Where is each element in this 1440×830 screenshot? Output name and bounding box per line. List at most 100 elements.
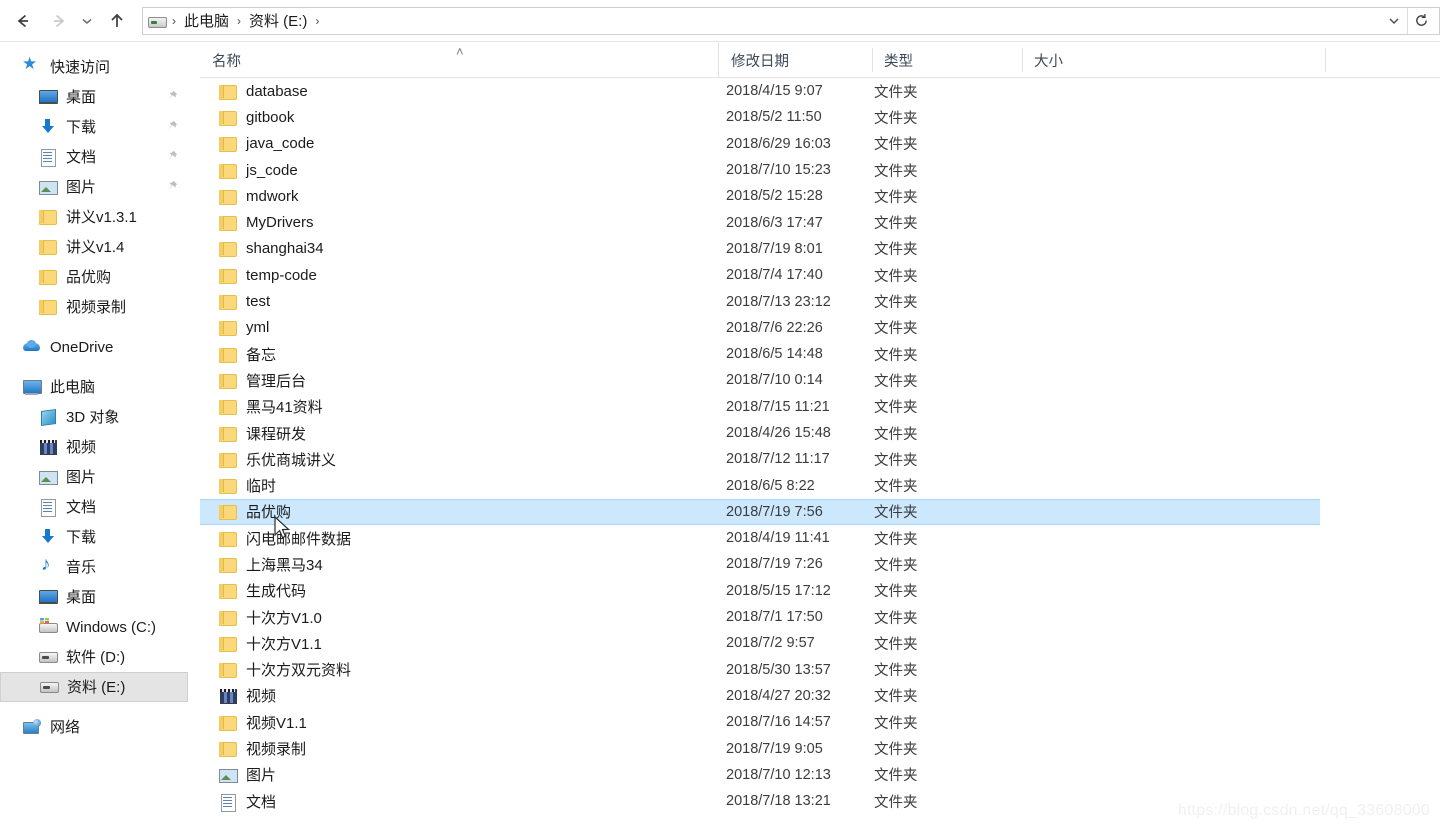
- table-row[interactable]: 备忘 2018/6/5 14:48 文件夹: [200, 341, 1440, 367]
- column-divider[interactable]: [872, 48, 873, 72]
- file-name-cell[interactable]: test: [218, 293, 270, 311]
- table-row[interactable]: 上海黑马34 2018/7/19 7:26 文件夹: [200, 551, 1440, 577]
- sidebar-item-10[interactable]: 此电脑: [0, 372, 200, 402]
- sidebar-item-8[interactable]: 视频录制: [0, 292, 200, 322]
- file-name-cell[interactable]: 课程研发: [218, 423, 306, 444]
- refresh-button[interactable]: [1407, 7, 1435, 34]
- table-row[interactable]: 闪电邮邮件数据 2018/4/19 11:41 文件夹: [200, 525, 1440, 551]
- file-name-cell[interactable]: 临时: [218, 475, 276, 496]
- file-name-cell[interactable]: 十次方V1.1: [218, 633, 322, 654]
- address-bar[interactable]: › 此电脑 › 资料 (E:) ›: [142, 6, 1440, 35]
- file-name-cell[interactable]: 视频V1.1: [218, 712, 307, 733]
- sidebar-item-15[interactable]: 下载: [0, 522, 200, 552]
- table-row[interactable]: java_code 2018/6/29 16:03 文件夹: [200, 131, 1440, 157]
- folder-icon: [218, 240, 237, 258]
- file-name-cell[interactable]: 黑马41资料: [218, 396, 323, 417]
- file-name-cell[interactable]: shanghai34: [218, 240, 324, 258]
- sidebar-item-12[interactable]: 视频: [0, 432, 200, 462]
- table-row[interactable]: js_code 2018/7/10 15:23 文件夹: [200, 157, 1440, 183]
- file-name-cell[interactable]: yml: [218, 319, 269, 337]
- file-name-cell[interactable]: 备忘: [218, 344, 276, 365]
- sidebar-item-9[interactable]: OneDrive: [0, 332, 200, 362]
- table-row[interactable]: gitbook 2018/5/2 11:50 文件夹: [200, 104, 1440, 130]
- table-row[interactable]: 黑马41资料 2018/7/15 11:21 文件夹: [200, 394, 1440, 420]
- file-name-cell[interactable]: java_code: [218, 135, 314, 153]
- table-row[interactable]: 图片 2018/7/10 12:13 文件夹: [200, 762, 1440, 788]
- back-button[interactable]: [6, 4, 40, 38]
- sidebar-item-1[interactable]: 桌面: [0, 82, 200, 112]
- pin-icon[interactable]: [166, 120, 178, 133]
- table-row[interactable]: 十次方V1.1 2018/7/2 9:57 文件夹: [200, 630, 1440, 656]
- sidebar-item-5[interactable]: 讲义v1.3.1: [0, 202, 200, 232]
- file-name-cell[interactable]: 文档: [218, 791, 276, 812]
- table-row[interactable]: 视频录制 2018/7/19 9:05 文件夹: [200, 735, 1440, 761]
- table-row[interactable]: 生成代码 2018/5/15 17:12 文件夹: [200, 578, 1440, 604]
- sidebar-item-13[interactable]: 图片: [0, 462, 200, 492]
- file-name-cell[interactable]: MyDrivers: [218, 214, 314, 232]
- sidebar-item-7[interactable]: 品优购: [0, 262, 200, 292]
- breadcrumb-item-drive-e[interactable]: 资料 (E:): [244, 9, 312, 33]
- table-row[interactable]: 十次方V1.0 2018/7/1 17:50 文件夹: [200, 604, 1440, 630]
- table-row[interactable]: mdwork 2018/5/2 15:28 文件夹: [200, 183, 1440, 209]
- file-name-cell[interactable]: 视频: [218, 685, 276, 706]
- file-name-cell[interactable]: js_code: [218, 162, 298, 179]
- file-name-cell[interactable]: 品优购: [218, 501, 291, 522]
- navigation-pane[interactable]: 快速访问桌面下载文档图片讲义v1.3.1讲义v1.4品优购视频录制OneDriv…: [0, 42, 200, 830]
- column-divider[interactable]: [1022, 48, 1023, 72]
- sidebar-item-18[interactable]: Windows (C:): [0, 612, 200, 642]
- file-name-cell[interactable]: 图片: [218, 764, 276, 785]
- sidebar-item-2[interactable]: 下载: [0, 112, 200, 142]
- file-name-cell[interactable]: 视频录制: [218, 738, 306, 759]
- table-row[interactable]: yml 2018/7/6 22:26 文件夹: [200, 315, 1440, 341]
- sidebar-item-21[interactable]: 网络: [0, 712, 200, 742]
- sidebar-item-19[interactable]: 软件 (D:): [0, 642, 200, 672]
- table-row[interactable]: test 2018/7/13 23:12 文件夹: [200, 288, 1440, 314]
- sidebar-item-14[interactable]: 文档: [0, 492, 200, 522]
- table-row[interactable]: 品优购 2018/7/19 7:56 文件夹: [200, 498, 1320, 526]
- table-row[interactable]: database 2018/4/15 9:07 文件夹: [200, 78, 1440, 104]
- table-row[interactable]: 视频 2018/4/27 20:32 文件夹: [200, 683, 1440, 709]
- file-name-cell[interactable]: mdwork: [218, 188, 299, 205]
- file-name-cell[interactable]: 上海黑马34: [218, 554, 323, 575]
- pin-icon[interactable]: [166, 90, 178, 103]
- address-dropdown-button[interactable]: [1381, 8, 1407, 34]
- table-row[interactable]: 视频V1.1 2018/7/16 14:57 文件夹: [200, 709, 1440, 735]
- pin-icon[interactable]: [166, 150, 178, 163]
- file-name-cell[interactable]: temp-code: [218, 267, 317, 284]
- pin-icon[interactable]: [166, 180, 178, 193]
- column-divider[interactable]: [718, 48, 719, 72]
- sidebar-item-0[interactable]: 快速访问: [0, 52, 200, 82]
- sidebar-item-20[interactable]: 资料 (E:): [0, 672, 188, 702]
- sidebar-item-16[interactable]: 音乐: [0, 552, 200, 582]
- column-divider[interactable]: [1325, 48, 1326, 72]
- file-name-cell[interactable]: database: [218, 83, 308, 100]
- table-row[interactable]: temp-code 2018/7/4 17:40 文件夹: [200, 262, 1440, 288]
- table-row[interactable]: 管理后台 2018/7/10 0:14 文件夹: [200, 367, 1440, 393]
- table-row[interactable]: 课程研发 2018/4/26 15:48 文件夹: [200, 420, 1440, 446]
- column-header-1[interactable]: 修改日期: [718, 42, 872, 78]
- sidebar-item-3[interactable]: 文档: [0, 142, 200, 172]
- column-header-3[interactable]: 大小: [1022, 42, 1325, 78]
- file-list[interactable]: database 2018/4/15 9:07 文件夹 gitbook 2018/5/2…: [200, 78, 1440, 830]
- up-button[interactable]: [100, 4, 134, 38]
- forward-button[interactable]: [42, 4, 76, 38]
- file-name-cell[interactable]: gitbook: [218, 109, 294, 126]
- table-row[interactable]: MyDrivers 2018/6/3 17:47 文件夹: [200, 209, 1440, 235]
- file-name-cell[interactable]: 管理后台: [218, 370, 306, 391]
- recent-locations-button[interactable]: [76, 4, 98, 38]
- sidebar-item-6[interactable]: 讲义v1.4: [0, 232, 200, 262]
- file-name-cell[interactable]: 十次方双元资料: [218, 659, 351, 680]
- table-row[interactable]: 十次方双元资料 2018/5/30 13:57 文件夹: [200, 657, 1440, 683]
- file-name-cell[interactable]: 生成代码: [218, 580, 306, 601]
- table-row[interactable]: 临时 2018/6/5 8:22 文件夹: [200, 472, 1440, 498]
- sidebar-item-4[interactable]: 图片: [0, 172, 200, 202]
- table-row[interactable]: shanghai34 2018/7/19 8:01 文件夹: [200, 236, 1440, 262]
- sidebar-item-11[interactable]: 3D 对象: [0, 402, 200, 432]
- breadcrumb-item-this-pc[interactable]: 此电脑: [179, 9, 234, 33]
- file-name-cell[interactable]: 乐优商城讲义: [218, 449, 336, 470]
- table-row[interactable]: 乐优商城讲义 2018/7/12 11:17 文件夹: [200, 446, 1440, 472]
- file-name-cell[interactable]: 闪电邮邮件数据: [218, 528, 351, 549]
- file-name-cell[interactable]: 十次方V1.0: [218, 607, 322, 628]
- column-header-2[interactable]: 类型: [872, 42, 1022, 78]
- sidebar-item-17[interactable]: 桌面: [0, 582, 200, 612]
